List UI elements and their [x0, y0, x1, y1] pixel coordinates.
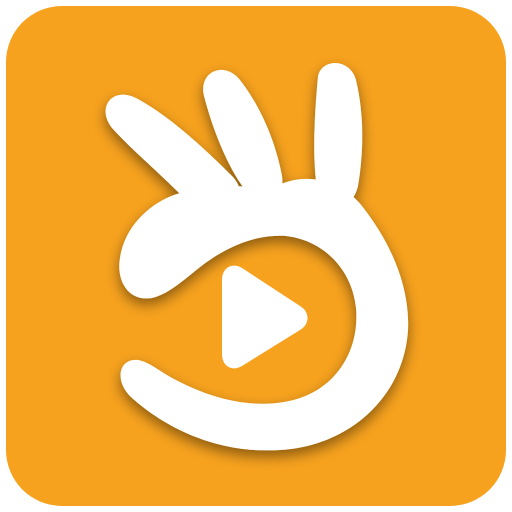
app-icon-canvas	[0, 0, 512, 512]
ok-hand-play-icon[interactable]	[0, 0, 512, 512]
